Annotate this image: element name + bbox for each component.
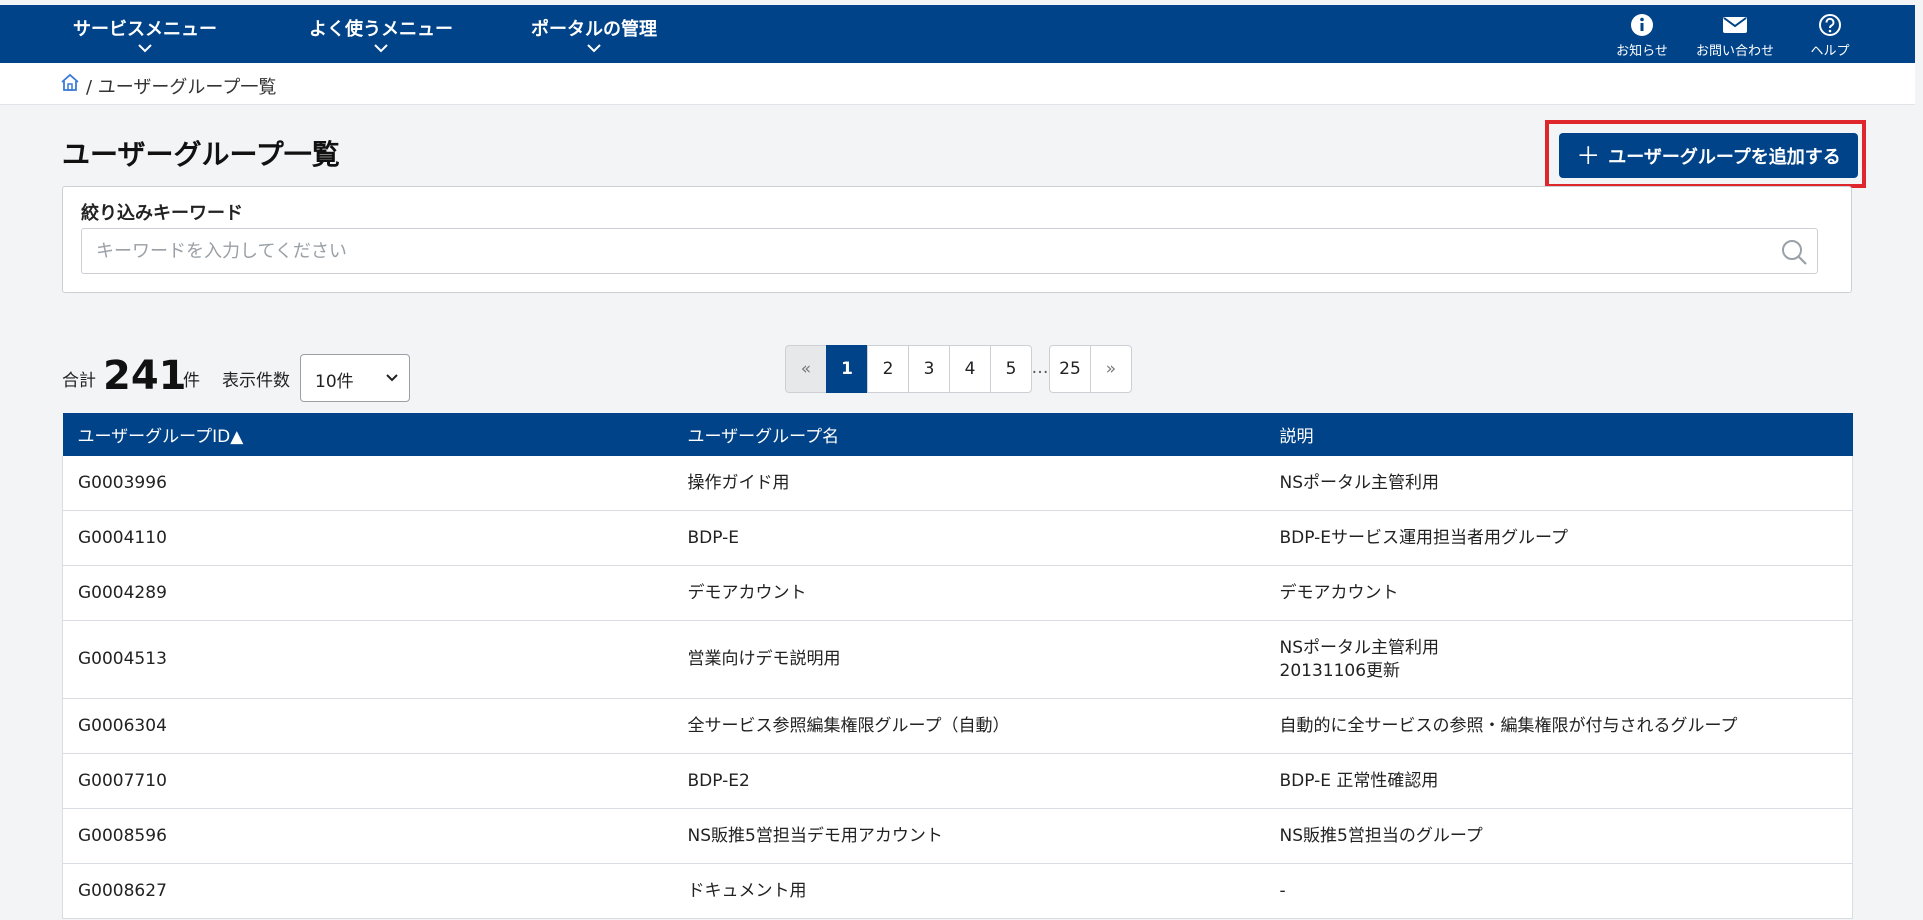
cell-group-name: デモアカウント — [672, 565, 1265, 621]
cell-group-id: G0007710 — [62, 753, 673, 809]
pagination: « 1 2 3 4 5 … 25 » — [785, 345, 1132, 393]
table-row[interactable]: G0006304 全サービス参照編集権限グループ（自動） 自動的に全サービスの参… — [62, 698, 1853, 754]
cell-group-id: G0008627 — [62, 863, 673, 919]
cell-group-name: 営業向けデモ説明用 — [672, 620, 1265, 699]
per-page-select[interactable]: 10件 — [300, 354, 410, 402]
filter-panel: 絞り込みキーワード — [62, 186, 1852, 293]
column-header-name[interactable]: ユーザーグループ名 — [672, 413, 1265, 456]
help-icon — [1819, 14, 1841, 36]
user-group-table: ユーザーグループID▲ ユーザーグループ名 説明 G0003996 操作ガイド用… — [62, 413, 1853, 919]
table-row[interactable]: G0004513 営業向けデモ説明用 NSポータル主管利用 20131106更新 — [62, 620, 1853, 699]
breadcrumb-current: / ユーザーグループ一覧 — [86, 77, 277, 98]
cell-description: BDP-E 正常性確認用 — [1264, 753, 1853, 809]
cell-group-name: 操作ガイド用 — [672, 456, 1265, 511]
filter-label: 絞り込みキーワード — [81, 203, 243, 224]
nav-portal-admin[interactable]: ポータルの管理 — [524, 5, 664, 63]
page-button-5[interactable]: 5 — [990, 345, 1032, 393]
breadcrumb: / ユーザーグループ一覧 — [0, 63, 1915, 105]
page-button-last[interactable]: 25 — [1049, 345, 1091, 393]
nav-service-menu[interactable]: サービスメニュー — [70, 5, 220, 63]
cell-description: NSポータル主管利用 — [1264, 456, 1853, 511]
table-row[interactable]: G0003996 操作ガイド用 NSポータル主管利用 — [62, 456, 1853, 511]
nav-favorite-menu[interactable]: よく使うメニュー — [301, 5, 461, 63]
add-button-highlight: ＋ ユーザーグループを追加する — [1545, 120, 1866, 188]
page-title: ユーザーグループ一覧 — [62, 138, 340, 171]
per-page-label: 表示件数 — [222, 371, 290, 391]
total-count: 241 — [103, 353, 187, 399]
notice-button[interactable]: お知らせ — [1607, 13, 1677, 59]
nav-portal-admin-label: ポータルの管理 — [531, 19, 657, 40]
cell-group-id: G0003996 — [62, 456, 673, 511]
notice-label: お知らせ — [1616, 44, 1668, 59]
help-label: ヘルプ — [1810, 44, 1850, 59]
help-button[interactable]: ヘルプ — [1800, 13, 1860, 59]
page-button-4[interactable]: 4 — [949, 345, 991, 393]
mail-icon — [1723, 17, 1747, 33]
chevron-down-icon — [386, 374, 398, 382]
cell-group-name: BDP-E2 — [672, 753, 1265, 809]
cell-description: NS販推5営担当のグループ — [1264, 808, 1853, 864]
prev-page-button[interactable]: « — [785, 345, 827, 393]
cell-group-id: G0004110 — [62, 510, 673, 566]
top-navigation: サービスメニュー よく使うメニュー ポータルの管理 お知らせ お問い合わせ ヘル… — [0, 5, 1915, 63]
page-button-3[interactable]: 3 — [908, 345, 950, 393]
column-header-id[interactable]: ユーザーグループID▲ — [62, 413, 673, 456]
table-row[interactable]: G0007710 BDP-E2 BDP-E 正常性確認用 — [62, 753, 1853, 809]
cell-description-line2: 20131106更新 — [1279, 660, 1401, 681]
table-header-row: ユーザーグループID▲ ユーザーグループ名 説明 — [62, 413, 1853, 456]
cell-group-name: BDP-E — [672, 510, 1265, 566]
per-page-value: 10件 — [315, 372, 354, 392]
cell-group-id: G0004289 — [62, 565, 673, 621]
home-icon[interactable] — [60, 73, 80, 93]
cell-description: NSポータル主管利用 20131106更新 — [1264, 620, 1853, 699]
table-row[interactable]: G0004289 デモアカウント デモアカウント — [62, 565, 1853, 621]
pagination-ellipsis: … — [1031, 358, 1049, 378]
cell-group-name: 全サービス参照編集権限グループ（自動） — [672, 698, 1265, 754]
table-row[interactable]: G0004110 BDP-E BDP-Eサービス運用担当者用グループ — [62, 510, 1853, 566]
total-prefix: 合計 — [62, 371, 96, 391]
cell-description: 自動的に全サービスの参照・編集権限が付与されるグループ — [1264, 698, 1853, 754]
table-row[interactable]: G0008627 ドキュメント用 - — [62, 863, 1853, 919]
next-page-button[interactable]: » — [1090, 345, 1132, 393]
cell-description-line1: NSポータル主管利用 — [1279, 637, 1440, 658]
table-row[interactable]: G0008596 NS販推5営担当デモ用アカウント NS販推5営担当のグループ — [62, 808, 1853, 864]
add-user-group-button[interactable]: ＋ ユーザーグループを追加する — [1559, 133, 1858, 178]
cell-description: - — [1264, 863, 1853, 919]
chevron-down-icon — [138, 44, 152, 53]
cell-description: BDP-Eサービス運用担当者用グループ — [1264, 510, 1853, 566]
cell-description: デモアカウント — [1264, 565, 1853, 621]
cell-group-id: G0004513 — [62, 620, 673, 699]
add-user-group-label: ユーザーグループを追加する — [1608, 146, 1841, 168]
nav-service-menu-label: サービスメニュー — [73, 19, 217, 40]
nav-favorite-menu-label: よく使うメニュー — [309, 19, 453, 40]
search-icon[interactable] — [1780, 238, 1808, 266]
contact-label: お問い合わせ — [1695, 44, 1774, 59]
keyword-search-input[interactable] — [81, 228, 1818, 274]
cell-group-id: G0008596 — [62, 808, 673, 864]
column-header-description[interactable]: 説明 — [1264, 413, 1853, 456]
page-button-1[interactable]: 1 — [826, 345, 868, 393]
total-unit: 件 — [183, 371, 200, 391]
contact-button[interactable]: お問い合わせ — [1688, 13, 1782, 59]
cell-group-id: G0006304 — [62, 698, 673, 754]
cell-group-name: ドキュメント用 — [672, 863, 1265, 919]
chevron-down-icon — [374, 44, 388, 53]
info-icon — [1631, 14, 1653, 36]
chevron-down-icon — [587, 44, 601, 53]
plus-icon: ＋ — [1576, 141, 1601, 170]
cell-group-name: NS販推5営担当デモ用アカウント — [672, 808, 1265, 864]
page-button-2[interactable]: 2 — [867, 345, 909, 393]
